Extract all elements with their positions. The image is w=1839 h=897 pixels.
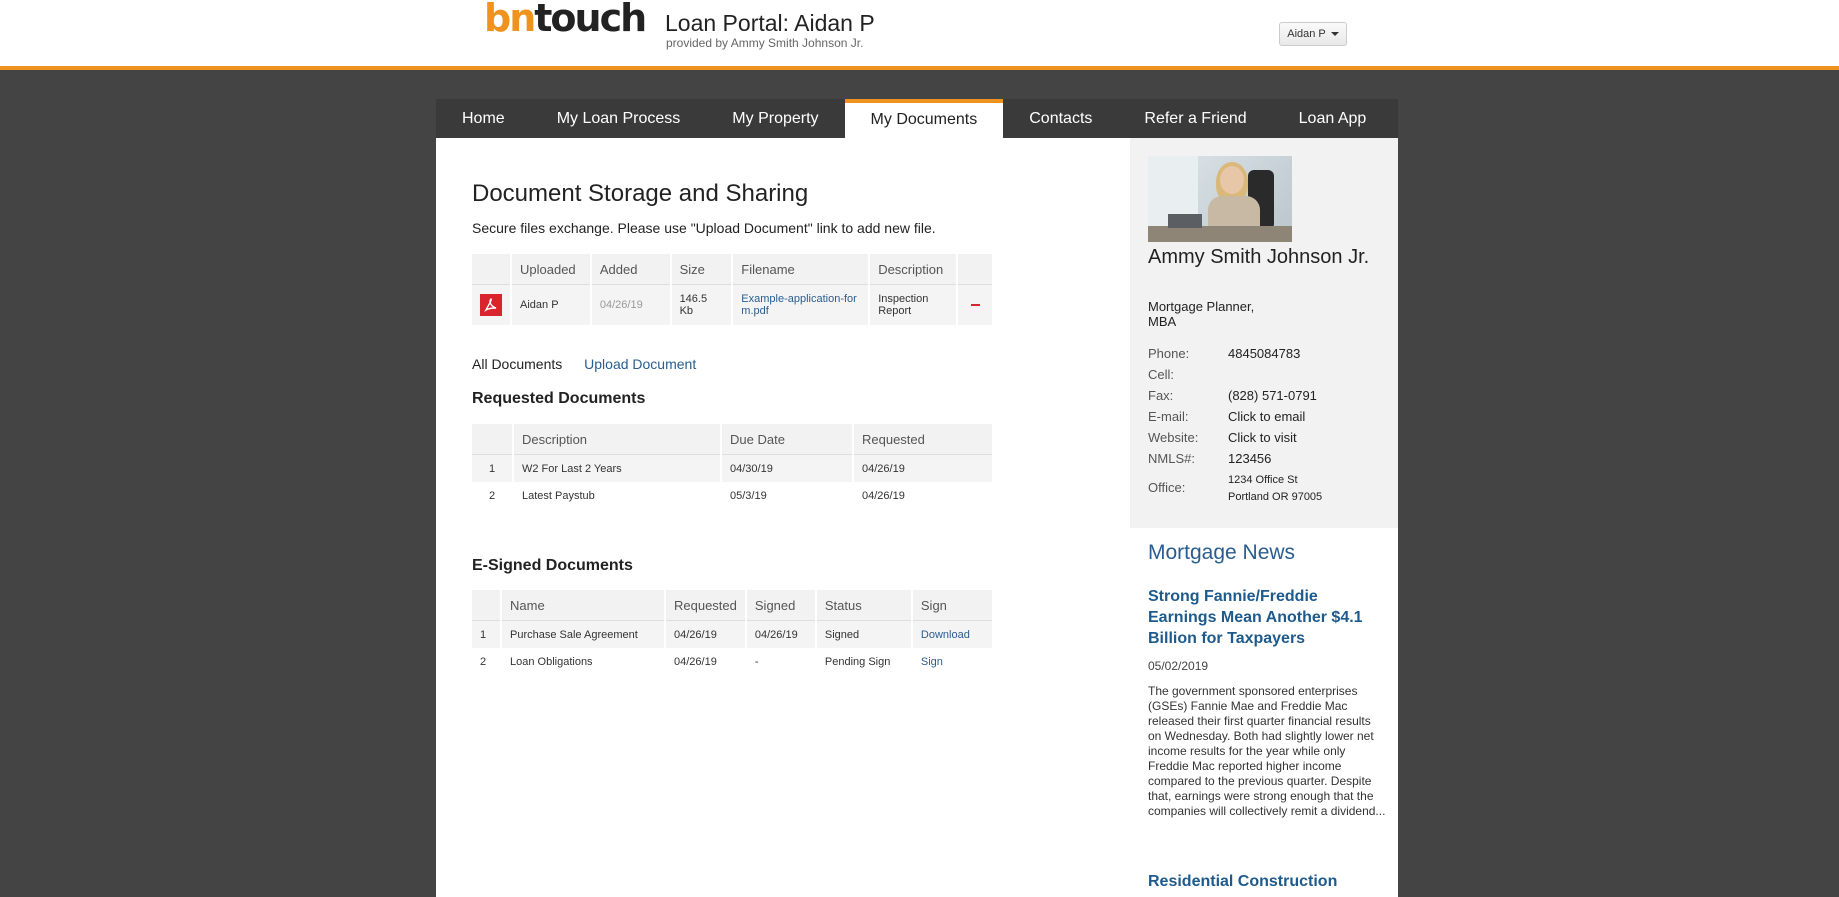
phone-value: 4845084783	[1228, 346, 1301, 361]
user-menu-label: Aidan P	[1287, 28, 1326, 40]
portal-subtitle: provided by Ammy Smith Johnson Jr.	[666, 36, 864, 50]
column-header-requested: Requested	[853, 424, 994, 455]
column-header-number	[472, 590, 502, 621]
table-row[interactable]: 2 Latest Paystub 05/3/19 04/26/19	[472, 482, 994, 509]
phone-label: Phone:	[1148, 346, 1190, 361]
documents-table: Uploaded Added Size Filename Description…	[472, 254, 994, 325]
column-header-name: Name	[501, 590, 666, 621]
intro-text: Secure files exchange. Please use "Uploa…	[472, 220, 936, 236]
fax-value: (828) 571-0791	[1228, 388, 1317, 403]
column-header-status: Status	[815, 590, 913, 621]
documents-subnav: All Documents Upload Document	[472, 356, 714, 372]
download-link[interactable]: Download	[911, 620, 995, 648]
office-label: Office:	[1148, 480, 1186, 495]
fax-label: Fax:	[1148, 388, 1174, 403]
loan-officer-title: Mortgage Planner, MBA	[1148, 299, 1255, 329]
content-panel: Document Storage and Sharing Secure file…	[436, 138, 1398, 897]
upload-document-link[interactable]: Upload Document	[584, 356, 696, 372]
top-header: bntouch Loan Portal: Aidan P provided by…	[0, 0, 1839, 70]
news-next-article-title[interactable]: Residential Construction	[1148, 873, 1337, 891]
requested-documents-heading: Requested Documents	[472, 390, 646, 407]
column-header-description: Description	[513, 424, 722, 455]
caret-down-icon	[1330, 32, 1339, 36]
cell-description: Inspection Report	[869, 284, 959, 325]
delete-icon[interactable]	[970, 304, 980, 306]
column-header-number	[472, 424, 514, 455]
column-header-uploaded: Uploaded	[511, 254, 592, 285]
bntouch-logo[interactable]: bntouch	[484, 0, 647, 38]
tab-refer-a-friend[interactable]: Refer a Friend	[1118, 99, 1272, 138]
esigned-documents-heading: E-Signed Documents	[472, 557, 633, 574]
cell-uploaded: Aidan P	[511, 284, 592, 325]
portal-title: Loan Portal: Aidan P	[665, 10, 875, 36]
all-documents-link[interactable]: All Documents	[472, 356, 562, 372]
tab-loan-app[interactable]: Loan App	[1273, 99, 1393, 138]
requested-documents-table: Description Due Date Requested 1 W2 For …	[472, 424, 994, 509]
tab-my-property[interactable]: My Property	[706, 99, 844, 138]
tab-my-loan-process[interactable]: My Loan Process	[531, 99, 707, 138]
column-header-icon	[472, 254, 512, 285]
column-header-actions	[957, 254, 994, 285]
cell-added: 04/26/19	[590, 284, 672, 325]
column-header-filename: Filename	[732, 254, 871, 285]
esigned-documents-table: Name Requested Signed Status Sign 1 Purc…	[472, 590, 995, 675]
website-label: Website:	[1148, 430, 1199, 445]
tab-contacts[interactable]: Contacts	[1003, 99, 1118, 138]
tab-my-documents[interactable]: My Documents	[844, 99, 1004, 138]
main-nav: Home My Loan Process My Property My Docu…	[436, 99, 1398, 138]
table-row: 2 Loan Obligations 04/26/19 - Pending Si…	[472, 648, 995, 675]
loan-officer-card: Ammy Smith Johnson Jr. Mortgage Planner,…	[1130, 138, 1398, 528]
nmls-value: 123456	[1228, 451, 1272, 466]
column-header-due-date: Due Date	[721, 424, 854, 455]
news-article-date: 05/02/2019	[1148, 659, 1209, 673]
column-header-description: Description	[869, 254, 959, 285]
email-link[interactable]: Click to email	[1228, 409, 1305, 424]
nmls-label: NMLS#:	[1148, 451, 1195, 466]
office-address-line2: Portland OR 97005	[1228, 491, 1323, 503]
email-label: E-mail:	[1148, 409, 1189, 424]
table-row[interactable]: 1 W2 For Last 2 Years 04/30/19 04/26/19	[472, 454, 994, 482]
loan-officer-name: Ammy Smith Johnson Jr.	[1148, 246, 1370, 268]
news-article-body: The government sponsored enterprises (GS…	[1148, 684, 1386, 818]
column-header-size: Size	[670, 254, 734, 285]
column-header-added: Added	[590, 254, 672, 285]
cell-label: Cell:	[1148, 367, 1175, 382]
news-article-title[interactable]: Strong Fannie/Freddie Earnings Mean Anot…	[1148, 586, 1383, 649]
table-row: Aidan P 04/26/19 146.5 Kb Example-applic…	[472, 284, 994, 325]
page-title: Document Storage and Sharing	[472, 180, 809, 207]
cell-size: 146.5 Kb	[670, 284, 734, 325]
table-row: 1 Purchase Sale Agreement 04/26/19 04/26…	[472, 620, 995, 648]
sign-link[interactable]: Sign	[911, 648, 995, 675]
tab-home[interactable]: Home	[436, 99, 531, 138]
column-header-signed: Signed	[745, 590, 817, 621]
website-link[interactable]: Click to visit	[1228, 430, 1297, 445]
column-header-requested: Requested	[665, 590, 747, 621]
office-address-line1: 1234 Office St	[1228, 474, 1298, 486]
column-header-sign: Sign	[911, 590, 995, 621]
mortgage-news-heading: Mortgage News	[1148, 541, 1296, 564]
loan-officer-photo	[1148, 156, 1292, 242]
user-menu-button[interactable]: Aidan P	[1279, 22, 1347, 46]
filename-link[interactable]: Example-application-form.pdf	[732, 284, 871, 325]
pdf-icon[interactable]	[480, 294, 502, 316]
